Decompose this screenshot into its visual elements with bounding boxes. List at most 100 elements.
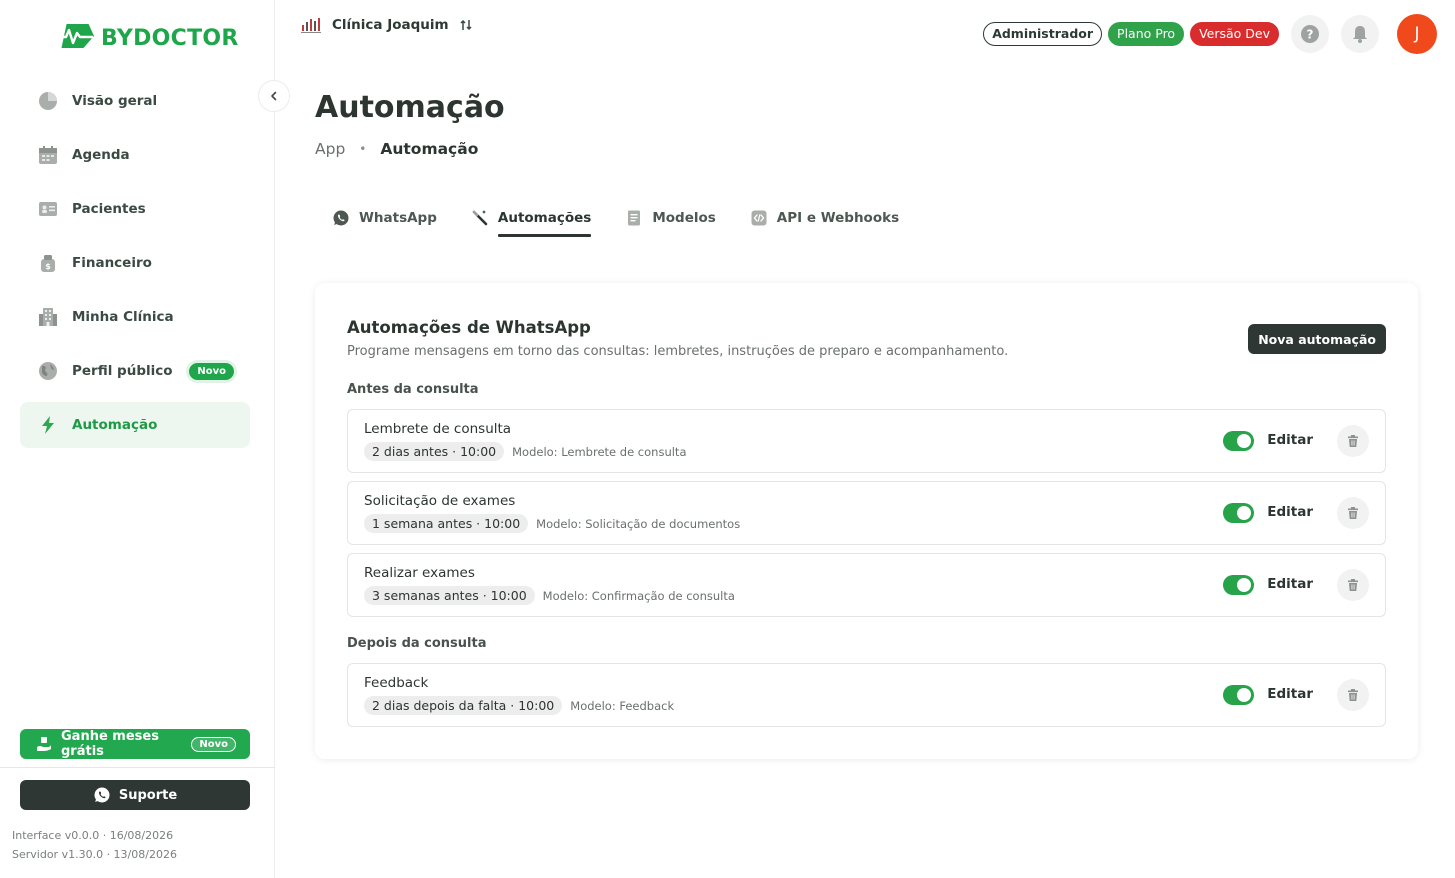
delete-button[interactable]	[1337, 497, 1369, 529]
enable-toggle[interactable]	[1223, 431, 1254, 451]
sidebar-divider	[0, 767, 275, 768]
enable-toggle[interactable]	[1223, 575, 1254, 595]
interface-version: Interface v0.0.0 · 16/08/2026	[12, 829, 174, 842]
toggle-knob	[1237, 434, 1251, 448]
delete-button[interactable]	[1337, 679, 1369, 711]
sidebar-item-perfil-publico[interactable]: Perfil público Novo	[20, 348, 250, 394]
document-icon	[625, 209, 643, 227]
sidebar-item-label: Agenda	[72, 147, 130, 163]
whatsapp-icon	[332, 209, 350, 227]
sidebar-item-minha-clinica[interactable]: Minha Clínica	[20, 294, 250, 340]
edit-button[interactable]: Editar	[1267, 686, 1313, 702]
sidebar-item-label: Financeiro	[72, 255, 152, 271]
delete-button[interactable]	[1337, 425, 1369, 457]
trash-icon	[1346, 688, 1360, 702]
plan-badge[interactable]: Plano Pro	[1108, 22, 1185, 46]
trash-icon	[1346, 506, 1360, 520]
template-label: Modelo: Lembrete de consulta	[512, 444, 687, 459]
edit-button[interactable]: Editar	[1267, 504, 1313, 520]
support-button[interactable]: Suporte	[20, 780, 250, 810]
brand-logo[interactable]: BYDOCTOR	[55, 22, 239, 54]
tab-automacoes[interactable]: Automações	[471, 200, 592, 237]
clinic-switcher[interactable]: Clínica Joaquim	[300, 16, 473, 34]
automation-row: Solicitação de exames 1 semana antes · 1…	[347, 481, 1386, 545]
free-months-button[interactable]: Ganhe meses grátis Novo	[20, 729, 250, 759]
swap-arrows-icon	[459, 18, 473, 32]
question-icon: ?	[1300, 24, 1320, 44]
whatsapp-icon	[93, 786, 111, 804]
sidebar-nav: Visão geral Agenda Pacientes $ Financeir…	[20, 78, 250, 456]
server-version: Servidor v1.30.0 · 13/08/2026	[12, 848, 177, 861]
bell-icon	[1350, 24, 1370, 44]
tab-label: API e Webhooks	[776, 210, 900, 226]
template-label: Modelo: Feedback	[570, 698, 675, 713]
sidebar-item-label: Automação	[72, 417, 158, 433]
magic-wand-icon	[471, 209, 489, 227]
svg-text:$: $	[45, 262, 51, 271]
clinic-logo-icon	[300, 16, 322, 34]
toggle-knob	[1237, 578, 1251, 592]
sidebar-item-financeiro[interactable]: $ Financeiro	[20, 240, 250, 286]
sidebar-item-automacao[interactable]: Automação	[20, 402, 250, 448]
automation-row: Feedback 2 dias depois da falta · 10:00 …	[347, 663, 1386, 727]
pie-chart-icon	[37, 90, 59, 112]
breadcrumb: App • Automação	[315, 140, 478, 158]
brand-name: BYDOCTOR	[101, 25, 239, 51]
gift-hand-icon	[36, 736, 52, 752]
logo-icon	[55, 22, 95, 54]
automation-title: Realizar exames	[364, 565, 475, 581]
delete-button[interactable]	[1337, 569, 1369, 601]
tab-label: WhatsApp	[359, 210, 437, 226]
section-after-label: Depois da consulta	[347, 636, 487, 651]
sidebar: BYDOCTOR Visão geral Agenda Pacientes $ …	[0, 0, 275, 878]
sidebar-item-label: Perfil público	[72, 363, 173, 379]
free-months-label: Ganhe meses grátis	[61, 729, 159, 759]
support-label: Suporte	[118, 787, 178, 803]
automation-row: Lembrete de consulta 2 dias antes · 10:0…	[347, 409, 1386, 473]
timing-chip: 2 dias antes · 10:00	[364, 442, 505, 461]
sidebar-item-agenda[interactable]: Agenda	[20, 132, 250, 178]
card-title: Automações de WhatsApp	[347, 318, 591, 337]
automation-row: Realizar exames 3 semanas antes · 10:00 …	[347, 553, 1386, 617]
sidebar-item-label: Minha Clínica	[72, 309, 174, 325]
help-button[interactable]: ?	[1291, 15, 1329, 53]
new-badge: Novo	[189, 362, 234, 380]
id-card-icon	[37, 198, 59, 220]
card-subtitle: Programe mensagens em torno das consulta…	[347, 344, 1009, 359]
clinic-name: Clínica Joaquim	[332, 17, 449, 33]
code-icon	[750, 209, 768, 227]
collapse-sidebar-button[interactable]	[258, 80, 290, 112]
automation-title: Lembrete de consulta	[364, 421, 512, 437]
sidebar-item-visao-geral[interactable]: Visão geral	[20, 78, 250, 124]
avatar[interactable]: J	[1397, 14, 1437, 54]
trash-icon	[1346, 434, 1360, 448]
sidebar-item-pacientes[interactable]: Pacientes	[20, 186, 250, 232]
notifications-button[interactable]	[1341, 15, 1379, 53]
timing-chip: 1 semana antes · 10:00	[364, 514, 529, 533]
edit-button[interactable]: Editar	[1267, 432, 1313, 448]
tab-api-webhooks[interactable]: API e Webhooks	[750, 200, 899, 236]
page-title: Automação	[315, 90, 505, 125]
section-before-label: Antes da consulta	[347, 382, 479, 397]
topbar-actions: Administrador Plano Pro Versão Dev ? J	[983, 14, 1437, 54]
edit-button[interactable]: Editar	[1267, 576, 1313, 592]
tab-whatsapp[interactable]: WhatsApp	[332, 200, 437, 236]
sidebar-item-label: Visão geral	[72, 93, 158, 109]
enable-toggle[interactable]	[1223, 685, 1254, 705]
lightning-icon	[37, 414, 59, 436]
new-automation-button[interactable]: Nova automação	[1248, 324, 1386, 354]
calendar-icon	[37, 144, 59, 166]
money-bag-icon: $	[37, 252, 59, 274]
template-label: Modelo: Solicitação de documentos	[536, 516, 741, 531]
template-label: Modelo: Confirmação de consulta	[542, 588, 735, 603]
toggle-knob	[1237, 688, 1251, 702]
enable-toggle[interactable]	[1223, 503, 1254, 523]
trash-icon	[1346, 578, 1360, 592]
tab-modelos[interactable]: Modelos	[625, 200, 716, 236]
breadcrumb-app-link[interactable]: App	[315, 140, 345, 158]
svg-text:?: ?	[1307, 28, 1314, 42]
timing-chip: 3 semanas antes · 10:00	[364, 586, 535, 605]
breadcrumb-current: Automação	[380, 140, 479, 158]
building-icon	[37, 306, 59, 328]
automation-title: Solicitação de exames	[364, 493, 516, 509]
